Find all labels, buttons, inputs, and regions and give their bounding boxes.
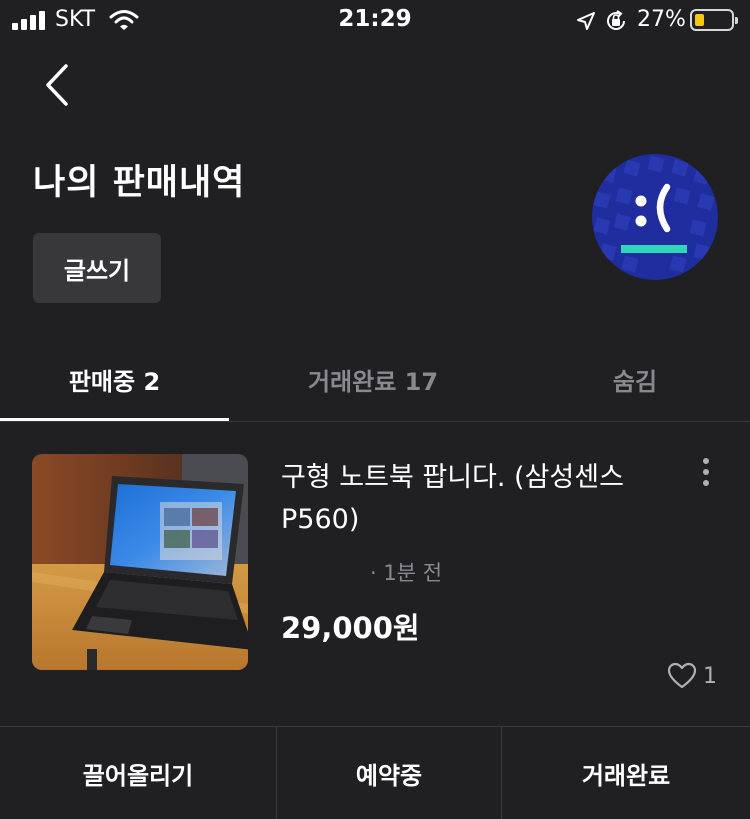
item-thumbnail[interactable]: [32, 454, 248, 670]
battery-icon: [690, 9, 738, 31]
battery-percent: 27%: [637, 7, 686, 32]
item-title[interactable]: 구형 노트북 팝니다. (삼성센스 P560): [281, 457, 691, 541]
write-button[interactable]: 글쓰기: [33, 233, 161, 303]
location-arrow-icon: [577, 12, 595, 30]
reserved-button[interactable]: 예약중: [277, 727, 501, 819]
chevron-left-icon[interactable]: [38, 62, 78, 108]
battery-level: [695, 14, 704, 26]
complete-deal-button[interactable]: 거래완료: [502, 727, 750, 819]
tab-selling[interactable]: 판매중 2: [0, 362, 229, 397]
item-time: · 1분 전: [370, 561, 443, 585]
more-options-icon[interactable]: [696, 456, 716, 488]
tab-hidden[interactable]: 숨김: [520, 362, 750, 397]
item-price: 29,000원: [281, 611, 420, 645]
like-count: 1: [667, 660, 717, 692]
status-bar: SKT 21:29 27%: [0, 0, 750, 44]
like-count-value: 1: [703, 663, 717, 689]
sad-face-avatar-icon[interactable]: [591, 153, 719, 281]
tab-completed[interactable]: 거래완료 17: [240, 362, 506, 397]
tab-divider: [0, 421, 750, 422]
orientation-lock-icon: [607, 10, 625, 30]
page-title: 나의 판매내역: [33, 163, 246, 203]
heart-icon: [667, 662, 697, 689]
laptop-photo: [32, 454, 248, 670]
bump-up-button[interactable]: 끌어올리기: [0, 727, 276, 819]
